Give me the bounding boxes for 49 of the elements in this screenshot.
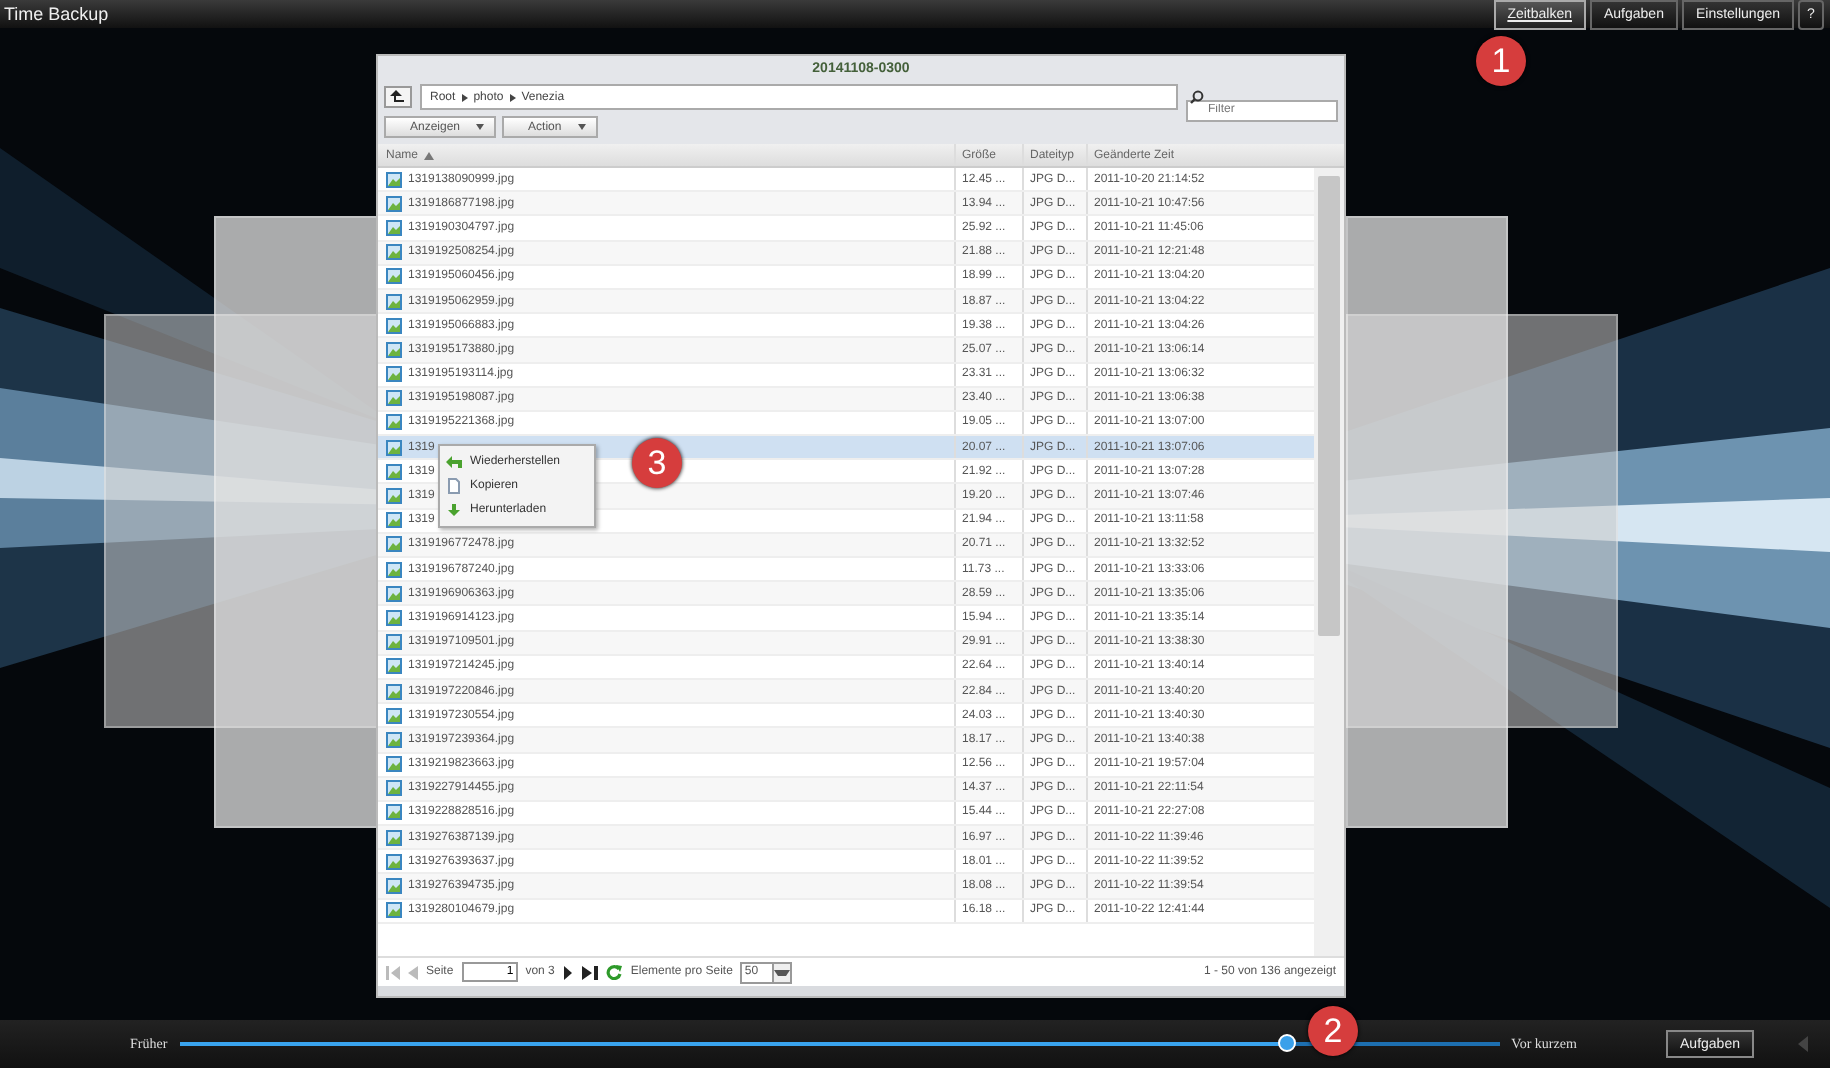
image-file-icon — [386, 219, 402, 236]
image-file-icon — [386, 731, 402, 748]
image-file-icon — [386, 390, 402, 407]
download-icon — [446, 502, 462, 518]
up-arrow-icon — [390, 90, 406, 104]
image-file-icon — [386, 902, 402, 919]
image-file-icon — [386, 488, 402, 505]
image-file-icon — [386, 414, 402, 431]
image-file-icon — [386, 244, 402, 261]
image-file-icon — [386, 756, 402, 773]
restore-arrow-icon — [446, 454, 462, 470]
image-file-icon — [386, 439, 402, 456]
document-icon — [446, 478, 462, 494]
refresh-icon[interactable] — [606, 964, 623, 980]
previous-page-icon[interactable] — [408, 965, 418, 979]
sort-arrow-icon — [424, 151, 435, 159]
image-file-icon — [386, 366, 402, 383]
last-page-icon[interactable] — [582, 965, 599, 979]
image-file-icon — [386, 195, 402, 212]
scrollbar[interactable] — [1314, 168, 1344, 956]
chevron-icon — [509, 93, 516, 101]
image-file-icon — [386, 171, 402, 188]
first-page-icon[interactable] — [386, 965, 400, 979]
next-page-icon[interactable] — [562, 965, 575, 979]
search-icon — [1190, 90, 1204, 104]
image-file-icon — [386, 707, 402, 724]
image-file-icon — [386, 536, 402, 553]
image-file-icon — [386, 683, 402, 700]
image-file-icon — [386, 878, 402, 895]
slider-thumb[interactable] — [1278, 1034, 1297, 1052]
image-file-icon — [386, 853, 402, 870]
image-file-icon — [386, 658, 402, 675]
up-button[interactable] — [384, 86, 412, 108]
app-title: Time Backup — [2, 2, 109, 24]
image-file-icon — [386, 829, 402, 846]
image-file-icon — [386, 317, 402, 334]
left-arrow-icon[interactable] — [1798, 1036, 1810, 1052]
image-file-icon — [386, 585, 402, 602]
image-file-icon — [386, 268, 402, 285]
image-file-icon — [386, 780, 402, 797]
image-file-icon — [386, 609, 402, 626]
image-file-icon — [386, 293, 402, 310]
image-file-icon — [386, 634, 402, 651]
image-file-icon — [386, 561, 402, 578]
image-file-icon — [386, 341, 402, 358]
image-file-icon — [386, 804, 402, 821]
image-file-icon — [386, 512, 402, 529]
image-file-icon — [386, 463, 402, 480]
chevron-icon — [461, 93, 468, 101]
